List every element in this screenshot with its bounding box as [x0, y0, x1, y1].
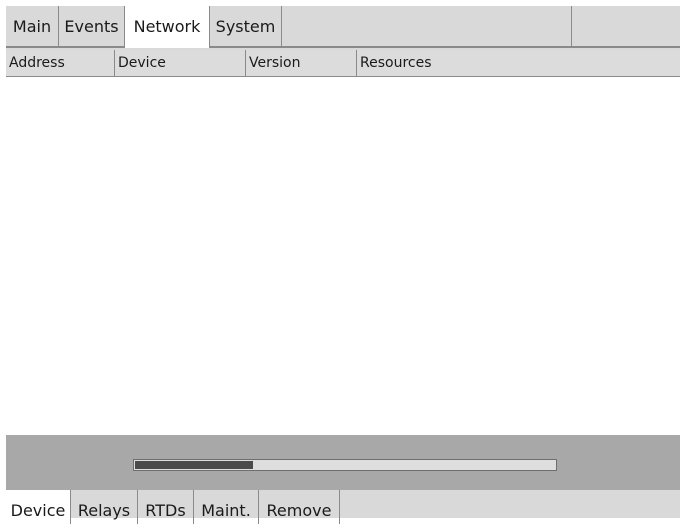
table-header: Address Device Version Resources: [6, 50, 680, 77]
top-tab-bar: Main Events Network System: [6, 6, 680, 48]
tab-main[interactable]: Main: [6, 6, 59, 46]
progress-bar: [133, 459, 557, 471]
tab-device[interactable]: Device: [6, 490, 71, 524]
tab-empty-slot: [282, 6, 572, 46]
column-header-address[interactable]: Address: [6, 50, 115, 76]
bottom-tab-bar: Device Relays RTDs Maint. Remove: [6, 490, 680, 524]
device-screen: Main Events Network System Address Devic…: [6, 6, 680, 524]
tab-remove[interactable]: Remove: [259, 490, 340, 524]
progress-bar-fill: [135, 461, 253, 469]
column-header-device[interactable]: Device: [115, 50, 246, 76]
tab-relays[interactable]: Relays: [71, 490, 138, 524]
tab-empty-slot: [572, 6, 680, 46]
device-list[interactable]: [6, 77, 680, 435]
column-header-version[interactable]: Version: [246, 50, 357, 76]
tab-events[interactable]: Events: [59, 6, 125, 46]
tab-network[interactable]: Network: [125, 6, 210, 48]
progress-panel: [6, 435, 680, 490]
tab-system[interactable]: System: [210, 6, 282, 46]
tab-maint[interactable]: Maint.: [194, 490, 259, 524]
tab-rtds[interactable]: RTDs: [138, 490, 194, 524]
column-header-resources[interactable]: Resources: [357, 50, 680, 76]
